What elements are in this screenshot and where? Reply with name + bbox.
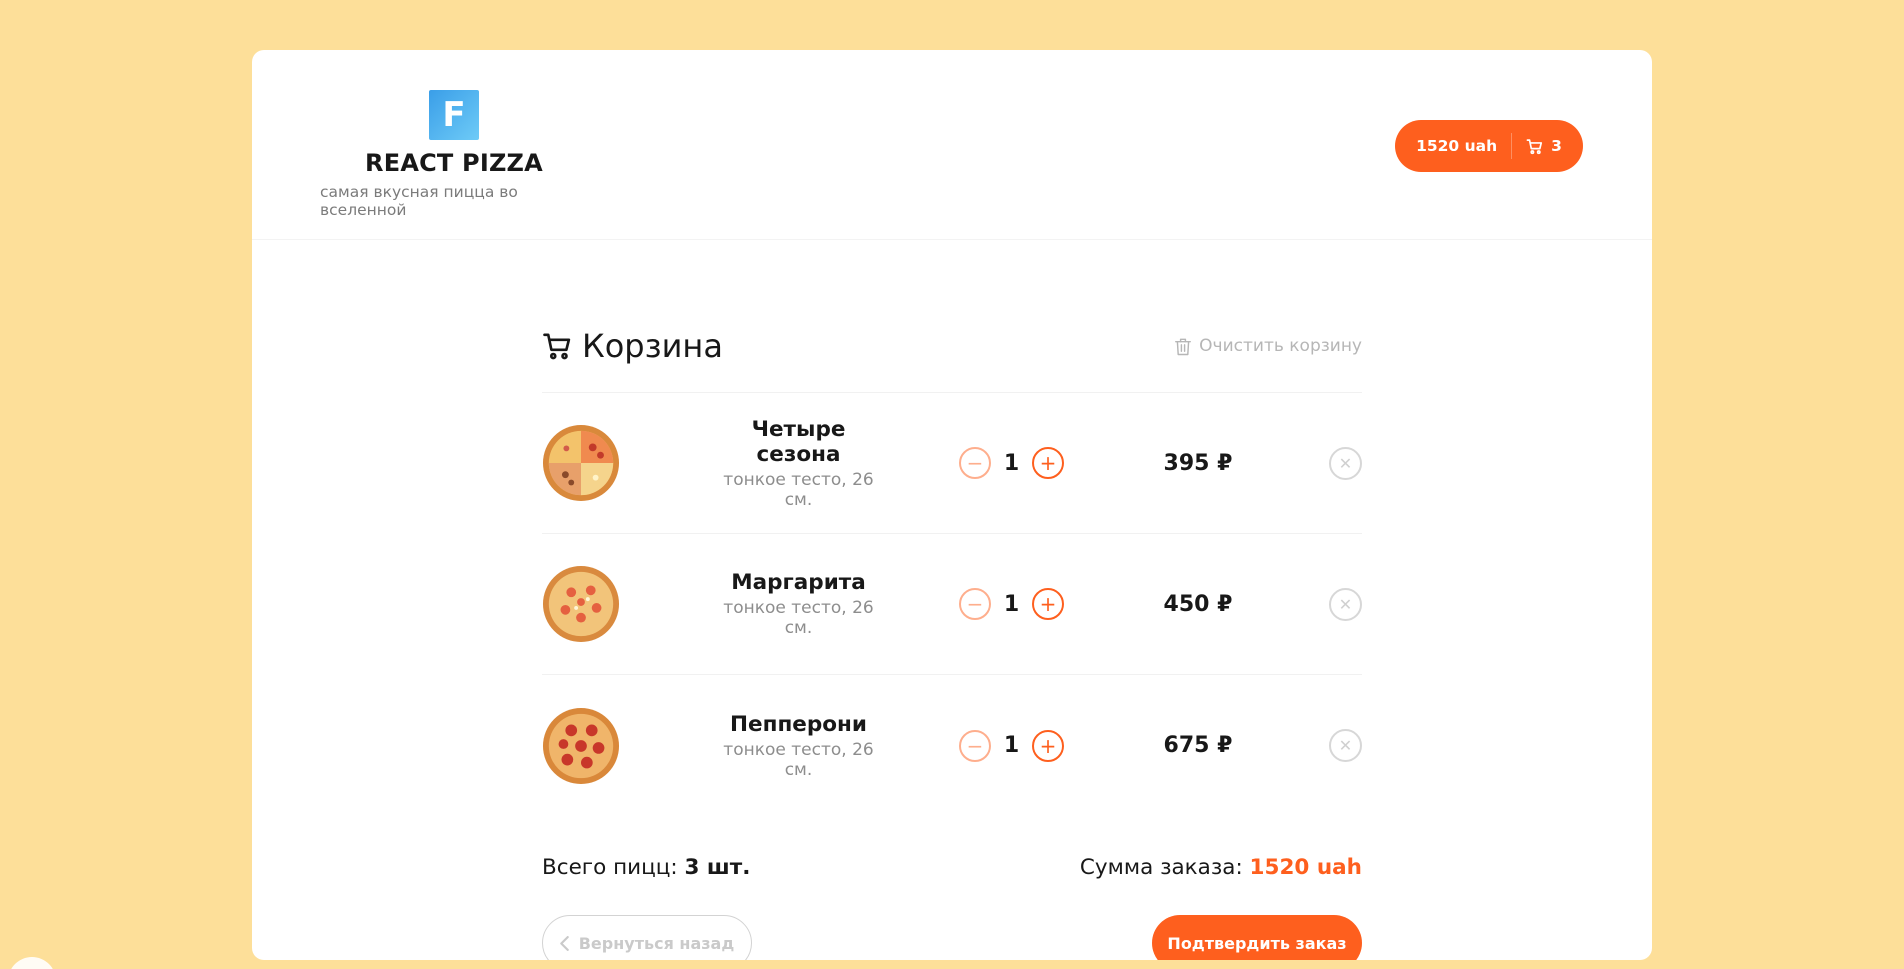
trash-icon [1175, 338, 1192, 355]
total-count-value: 3 шт. [684, 855, 751, 880]
item-name: Пепперони [730, 711, 867, 737]
pizza-image [542, 424, 620, 502]
decrease-button[interactable]: − [959, 729, 991, 762]
cart-item: Пепперони тонкое тесто, 26 см. − 1 + 675… [542, 675, 1362, 816]
cart-title-text: Корзина [582, 327, 723, 365]
cart-top: Корзина Очистить корзину [542, 320, 1362, 372]
item-desc: тонкое тесто, 26 см. [723, 598, 874, 638]
logo-icon: F [429, 90, 479, 140]
item-info: Пепперони тонкое тесто, 26 см. [712, 712, 885, 780]
cart-item: Маргарита тонкое тесто, 26 см. − 1 + 450… [542, 534, 1362, 675]
pizza-image [542, 707, 620, 784]
logo-subtitle: самая вкусная пицца во вселенной [320, 183, 518, 219]
clear-cart-button[interactable]: Очистить корзину [1175, 336, 1362, 356]
confirm-order-label: Подтвердить заказ [1167, 933, 1347, 953]
decrease-button[interactable]: − [959, 447, 991, 479]
increase-button[interactable]: + [1032, 588, 1064, 620]
item-desc: тонкое тесто, 26 см. [723, 739, 874, 780]
cart-icon [1526, 138, 1543, 154]
increase-button[interactable]: + [1032, 729, 1064, 762]
cart-items: Четыре сезона тонкое тесто, 26 см. − 1 +… [542, 393, 1362, 816]
item-price: 675 ₽ [1163, 733, 1233, 758]
header-cart-button[interactable]: 1520 uah 3 [1395, 120, 1583, 172]
cart-item: Четыре сезона тонкое тесто, 26 см. − 1 +… [542, 393, 1362, 534]
total-sum-value: 1520 uah [1249, 855, 1362, 880]
item-name: Четыре сезона [751, 416, 846, 467]
item-count: − 1 + [959, 588, 1064, 620]
clear-cart-label: Очистить корзину [1199, 336, 1362, 356]
cart-title: Корзина [542, 327, 723, 365]
logo[interactable]: F REACT PIZZA самая вкусная пицца во все… [320, 90, 588, 219]
item-name: Маргарита [731, 570, 866, 595]
total-count: Всего пицц: 3 шт. [542, 855, 750, 880]
total-sum-label: Сумма заказа: [1079, 855, 1243, 880]
item-quantity: 1 [1003, 733, 1020, 758]
item-desc: тонкое тесто, 26 см. [723, 469, 874, 510]
chevron-left-icon [559, 935, 569, 951]
pizza-image [542, 565, 620, 643]
item-quantity: 1 [1003, 591, 1020, 617]
remove-item-button[interactable]: ✕ [1329, 446, 1362, 480]
logo-title: REACT PIZZA [365, 149, 543, 177]
remove-item-button[interactable]: ✕ [1329, 587, 1362, 621]
cart-buttons: Вернуться назад Подтвердить заказ [542, 915, 1362, 960]
go-back-label: Вернуться назад [578, 933, 735, 953]
app-wrapper: F REACT PIZZA самая вкусная пицца во все… [252, 50, 1652, 960]
item-info: Маргарита тонкое тесто, 26 см. [712, 570, 885, 638]
decrease-button[interactable]: − [959, 588, 991, 620]
cart-icon [543, 333, 571, 360]
corner-widget-icon[interactable] [8, 957, 56, 969]
item-price: 395 ₽ [1163, 450, 1233, 476]
increase-button[interactable]: + [1032, 447, 1064, 479]
confirm-order-button[interactable]: Подтвердить заказ [1152, 915, 1362, 960]
go-back-button[interactable]: Вернуться назад [542, 915, 752, 960]
cart-count: 3 [1551, 137, 1562, 155]
header: F REACT PIZZA самая вкусная пицца во все… [252, 50, 1652, 240]
cart-summary: Всего пицц: 3 шт. Сумма заказа: 1520 uah [542, 855, 1362, 880]
cart-button-divider [1511, 133, 1513, 159]
total-count-label: Всего пицц: [542, 855, 678, 880]
item-count: − 1 + [959, 729, 1064, 762]
remove-item-button[interactable]: ✕ [1329, 729, 1362, 762]
total-sum: Сумма заказа: 1520 uah [1080, 855, 1362, 880]
item-count: − 1 + [959, 447, 1064, 479]
cart-content: Корзина Очистить корзину Четыре сезона т… [542, 320, 1362, 960]
item-quantity: 1 [1003, 450, 1020, 476]
item-price: 450 ₽ [1163, 591, 1233, 617]
cart-total: 1520 uah [1416, 137, 1498, 155]
item-info: Четыре сезона тонкое тесто, 26 см. [712, 417, 885, 510]
